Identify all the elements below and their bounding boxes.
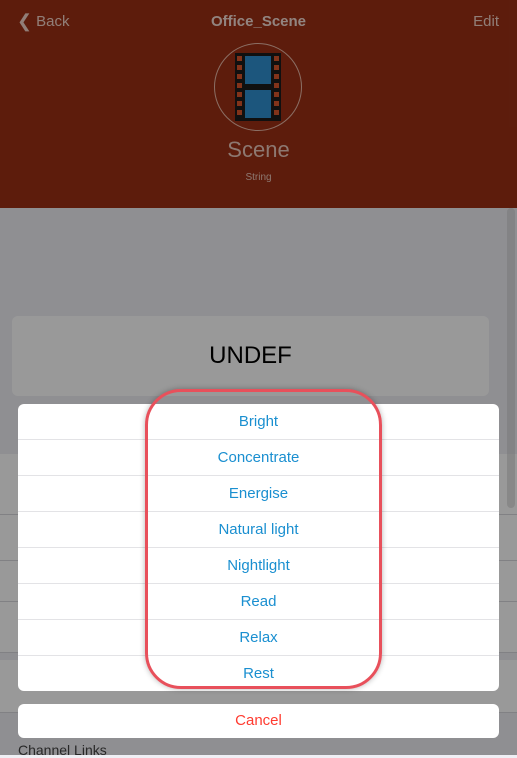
highlight-annotation: [145, 389, 382, 689]
cancel-button[interactable]: Cancel: [18, 704, 499, 738]
scrollbar[interactable]: [507, 208, 515, 508]
